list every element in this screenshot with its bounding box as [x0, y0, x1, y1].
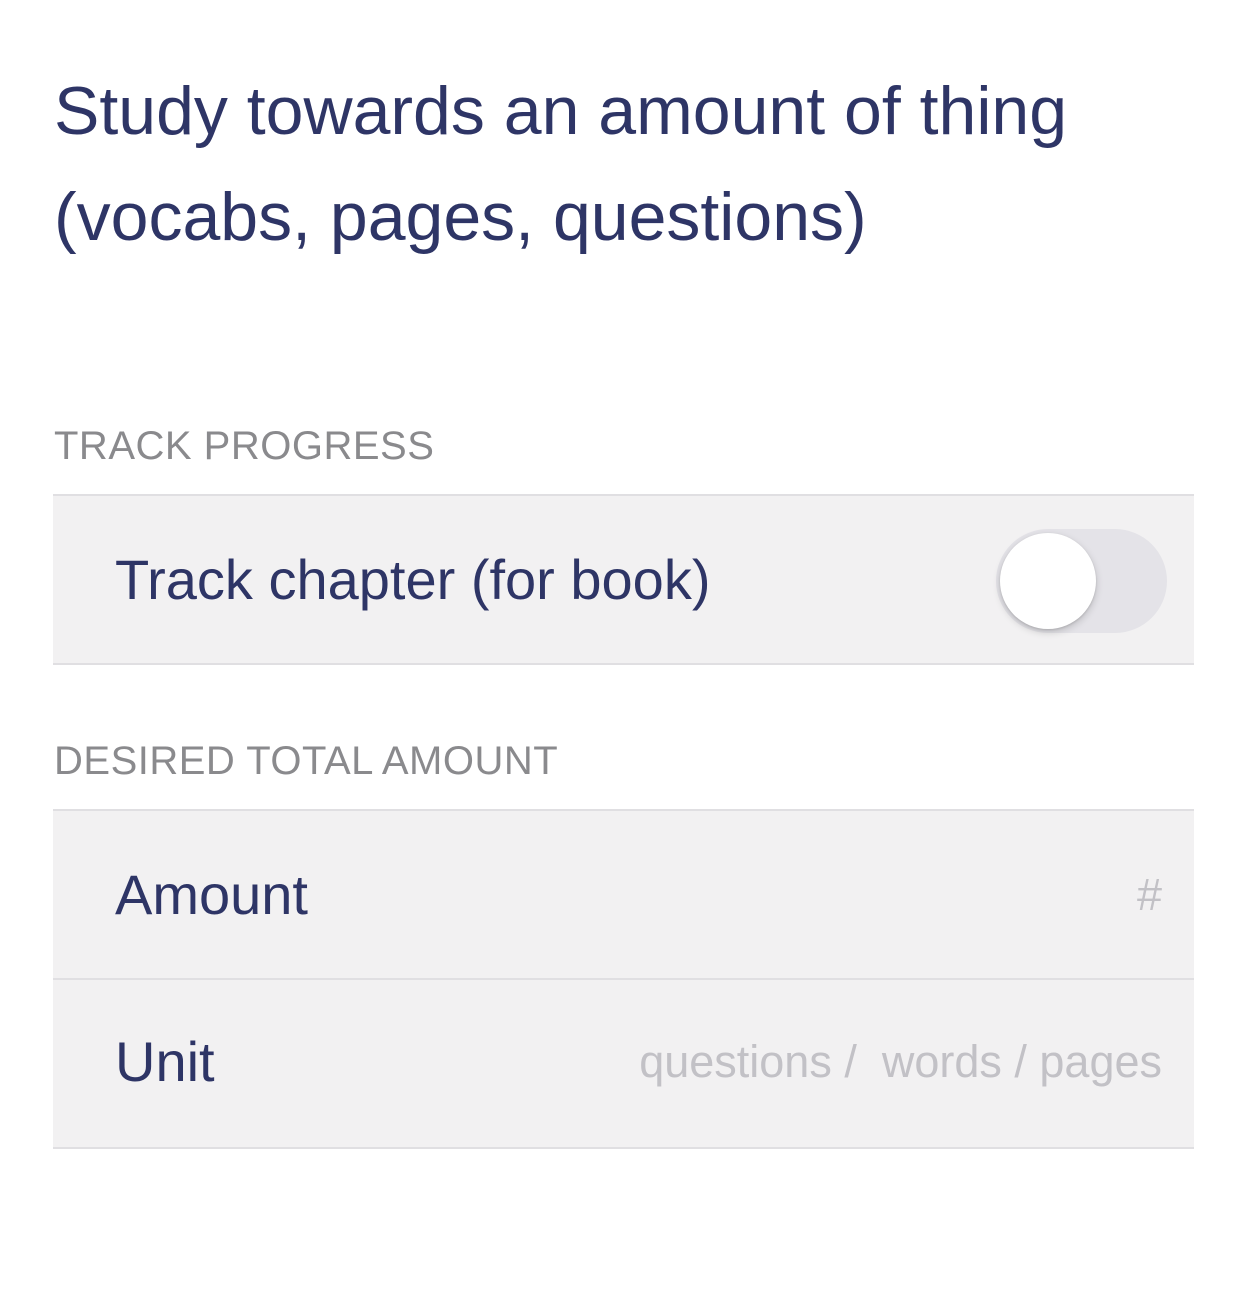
amount-label: Amount: [115, 863, 308, 926]
section-header-desired-total-amount: DESIRED TOTAL AMOUNT: [54, 739, 559, 783]
unit-row: Unit: [53, 978, 1194, 1145]
unit-input[interactable]: [462, 1035, 1162, 1088]
track-progress-group: Track chapter (for book): [53, 494, 1194, 665]
toggle-knob: [1000, 533, 1096, 629]
amount-row: Amount: [53, 811, 1194, 978]
amount-input[interactable]: [462, 868, 1162, 921]
section-header-track-progress: TRACK PROGRESS: [54, 424, 435, 468]
unit-label: Unit: [115, 1030, 215, 1093]
desired-total-amount-group: Amount Unit: [53, 809, 1194, 1149]
page-title: Study towards an amount of thing (vocabs…: [54, 73, 1068, 255]
track-chapter-row: Track chapter (for book): [53, 496, 1194, 663]
track-chapter-toggle[interactable]: [996, 529, 1167, 633]
track-chapter-label: Track chapter (for book): [115, 548, 711, 611]
